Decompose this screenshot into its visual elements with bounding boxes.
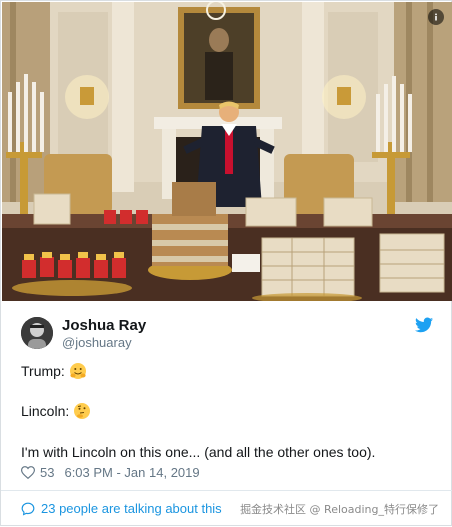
hugging-face-emoji-icon xyxy=(69,362,87,380)
tweet-card: Joshua Ray @joshuaray Trump: Lincoln: I'… xyxy=(0,0,452,526)
author-handle[interactable]: @joshuaray xyxy=(62,335,132,350)
talking-about-link[interactable]: 23 people are talking about this xyxy=(21,501,222,516)
tweet-line-trump: Trump: xyxy=(21,362,87,380)
state-dining-room-image xyxy=(2,2,452,301)
watermark: 掘金技术社区 @ Reloading_特行保修了 xyxy=(240,503,439,516)
tweet-line-comment: I'm with Lincoln on this one... (and all… xyxy=(21,444,376,460)
tweet-line-lincoln: Lincoln: xyxy=(21,402,91,420)
avatar[interactable] xyxy=(21,317,53,349)
tweet-line-lincoln-text: Lincoln: xyxy=(21,403,70,419)
twitter-bird-icon[interactable] xyxy=(415,317,433,333)
thinking-face-emoji-icon xyxy=(73,402,91,420)
divider xyxy=(1,490,452,491)
author-name[interactable]: Joshua Ray xyxy=(62,317,146,334)
info-icon[interactable] xyxy=(428,9,444,25)
heart-icon xyxy=(21,466,35,479)
tweet-body: Joshua Ray @joshuaray Trump: Lincoln: I'… xyxy=(1,301,452,527)
tweet-timestamp[interactable]: 6:03 PM - Jan 14, 2019 xyxy=(64,465,199,480)
talking-about-text: 23 people are talking about this xyxy=(41,501,222,516)
like-count: 53 xyxy=(40,465,55,480)
tweet-meta: 53 6:03 PM - Jan 14, 2019 xyxy=(21,465,200,480)
tweet-photo[interactable] xyxy=(2,2,452,301)
tweet-line-trump-text: Trump: xyxy=(21,363,65,379)
speech-bubble-icon xyxy=(21,502,35,516)
like-button[interactable]: 53 xyxy=(21,465,64,480)
